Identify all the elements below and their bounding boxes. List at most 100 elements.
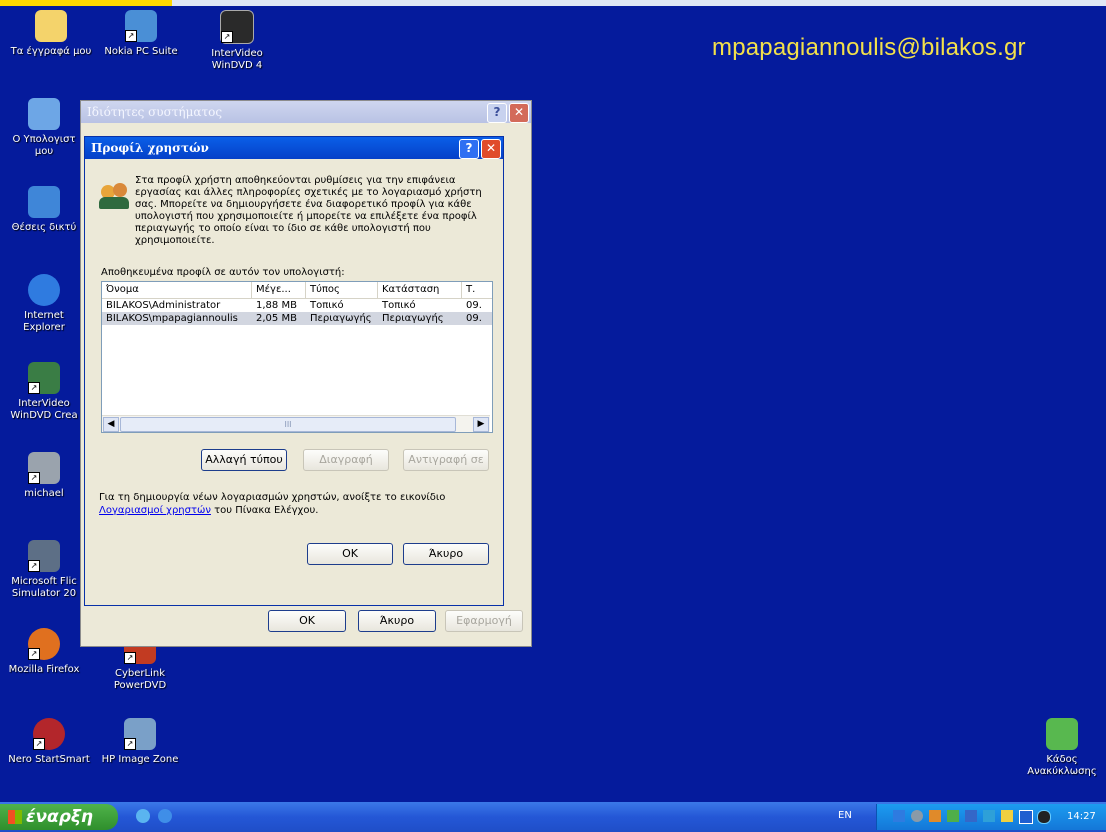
desktop-icon-label: Internet Explorer — [23, 310, 65, 333]
user-profiles-help-button[interactable]: ? — [459, 139, 479, 159]
desktop-icon-my-computer[interactable]: Ο Υπολογιστ μου — [6, 98, 82, 158]
delete-button[interactable]: Διαγραφή — [303, 449, 389, 471]
desktop-icon-firefox[interactable]: ↗ Mozilla Firefox — [6, 628, 82, 676]
system-properties-ok-button[interactable]: OK — [268, 610, 346, 632]
profile-status: Περιαγωγής — [382, 313, 444, 324]
windows-logo-icon — [8, 810, 22, 824]
system-properties-apply-button[interactable]: Εφαρμογή — [445, 610, 523, 632]
help-icon: ? — [493, 105, 501, 119]
desktop-icon-label: InterVideo WinDVD 4 — [211, 48, 263, 71]
desktop-icon-nero[interactable]: ↗ Nero StartSmart — [4, 718, 94, 766]
internet-explorer-icon — [28, 274, 60, 306]
desktop-icon-hp-image-zone[interactable]: ↗ HP Image Zone — [100, 718, 180, 766]
tray-icon-media[interactable] — [1037, 810, 1051, 824]
column-header-t[interactable]: Τ. — [462, 282, 492, 298]
tray-icon-messenger[interactable] — [1001, 810, 1013, 822]
desktop-icon-label: Ο Υπολογιστ μου — [12, 134, 76, 157]
my-documents-icon — [35, 10, 67, 42]
system-properties-cancel-button[interactable]: Άκυρο — [358, 610, 436, 632]
control-panel-text: του Πίνακα Ελέγχου. — [214, 505, 319, 516]
saved-profiles-label: Αποθηκευμένα προφίλ σε αυτόν τον υπολογι… — [101, 267, 345, 278]
column-header-status[interactable]: Κατάσταση — [378, 282, 462, 298]
profiles-description: Στα προφίλ χρήστη αποθηκεύονται ρυθμίσει… — [135, 175, 482, 246]
profile-t: 09. — [466, 313, 482, 324]
profile-name: BILAKOS\Administrator — [106, 300, 221, 311]
start-label: έναρξη — [26, 807, 94, 827]
tray-icon-update[interactable] — [947, 810, 959, 822]
nokia-pc-suite-icon: ↗ — [125, 10, 157, 42]
nero-icon: ↗ — [33, 718, 65, 750]
tray-icon-display[interactable] — [1019, 810, 1033, 824]
scroll-left-button[interactable]: ◀ — [103, 417, 119, 432]
user-profiles-titlebar: Προφίλ χρηστών ? ✕ — [85, 137, 503, 159]
profiles-list[interactable]: Όνομα Μέγε... Τύπος Κατάσταση Τ. BILAKOS… — [101, 281, 493, 433]
windvd-creator-icon: ↗ — [28, 362, 60, 394]
column-header-name[interactable]: Όνομα — [102, 282, 252, 298]
table-row[interactable]: BILAKOS\Administrator 1,88 MB Τοπικό Τοπ… — [102, 299, 492, 312]
language-indicator[interactable]: EN — [838, 810, 852, 821]
tray-icon-antivirus[interactable] — [965, 810, 977, 822]
create-accounts-text: Για τη δημιουργία νέων λογαριασμών χρηστ… — [99, 492, 446, 503]
user-profiles-title: Προφίλ χρηστών — [91, 141, 209, 155]
user-folder-icon: ↗ — [28, 452, 60, 484]
user-profiles-cancel-button[interactable]: Άκυρο — [403, 543, 489, 565]
scroll-grip: III — [284, 420, 292, 429]
desktop-icon-label: Nokia PC Suite — [104, 46, 178, 57]
chevron-right-icon: ▶ — [477, 419, 485, 429]
desktop-icon-windvd[interactable]: ↗ InterVideo WinDVD 4 — [192, 10, 282, 72]
close-icon: ✕ — [485, 141, 497, 155]
profile-status: Τοπικό — [382, 300, 416, 311]
top-strip-highlight — [0, 0, 172, 6]
desktop-icon-label: InterVideo WinDVD Crea — [10, 398, 78, 421]
horizontal-scrollbar[interactable]: ◀ III ▶ — [102, 415, 490, 432]
internet-explorer-quicklaunch-icon[interactable] — [158, 809, 172, 823]
table-row[interactable]: BILAKOS\mpapagiannoulis 2,05 MB Περιαγωγ… — [102, 312, 492, 325]
system-properties-title: Ιδιότητες συστήματος — [87, 105, 223, 119]
profile-t: 09. — [466, 300, 482, 311]
desktop-icon-label: Θέσεις δικτύ — [11, 222, 77, 233]
desktop-icon-label: Mozilla Firefox — [8, 664, 80, 675]
tray-icon-bluetooth[interactable] — [983, 810, 995, 822]
desktop-icon-label: Microsoft Flic Simulator 20 — [11, 576, 77, 599]
user-profiles-dialog: Προφίλ χρηστών ? ✕ Στα προφίλ χρήστη απο… — [84, 136, 504, 606]
system-properties-help-button[interactable]: ? — [487, 103, 507, 123]
show-desktop-icon[interactable] — [136, 809, 150, 823]
system-tray: 14:27 — [876, 804, 1106, 830]
change-type-button[interactable]: Αλλαγή τύπου — [201, 449, 287, 471]
column-header-type[interactable]: Τύπος — [306, 282, 378, 298]
system-properties-close-button[interactable]: ✕ — [509, 103, 529, 123]
my-computer-icon — [28, 98, 60, 130]
clock[interactable]: 14:27 — [1067, 811, 1096, 822]
desktop-icon-michael[interactable]: ↗ michael — [6, 452, 82, 500]
tray-icon-network[interactable] — [893, 810, 905, 822]
desktop-icon-label: Τα έγγραφά μου — [10, 46, 92, 57]
tray-icon-security[interactable] — [929, 810, 941, 822]
taskbar: έναρξη EN 14:27 — [0, 802, 1106, 832]
hp-image-zone-icon: ↗ — [124, 718, 156, 750]
system-properties-titlebar: Ιδιότητες συστήματος ? ✕ — [81, 101, 531, 123]
user-accounts-link[interactable]: Λογαριασμοί χρηστών — [99, 505, 211, 516]
profiles-list-header: Όνομα Μέγε... Τύπος Κατάσταση Τ. — [102, 282, 492, 299]
network-places-icon — [28, 186, 60, 218]
desktop-icon-label: HP Image Zone — [101, 754, 179, 765]
column-header-size[interactable]: Μέγε... — [252, 282, 306, 298]
desktop-icon-nokia-pc-suite[interactable]: ↗ Nokia PC Suite — [96, 10, 186, 58]
user-profiles-ok-button[interactable]: OK — [307, 543, 393, 565]
desktop-icon-internet-explorer[interactable]: Internet Explorer — [6, 274, 82, 334]
user-profiles-close-button[interactable]: ✕ — [481, 139, 501, 159]
desktop-icon-recycle-bin[interactable]: Κάδος Ανακύκλωσης — [1018, 718, 1106, 778]
start-button[interactable]: έναρξη — [0, 804, 118, 830]
desktop-icon-flight-simulator[interactable]: ↗ Microsoft Flic Simulator 20 — [6, 540, 82, 600]
tray-icon-volume[interactable] — [911, 810, 923, 822]
desktop-icon-my-documents[interactable]: Τα έγγραφά μου — [6, 10, 96, 58]
close-icon: ✕ — [513, 105, 525, 119]
scroll-right-button[interactable]: ▶ — [473, 417, 489, 432]
profile-size: 2,05 MB — [256, 313, 297, 324]
desktop-icon-network-places[interactable]: Θέσεις δικτύ — [6, 186, 82, 234]
desktop-icon-windvd-creator[interactable]: ↗ InterVideo WinDVD Crea — [6, 362, 82, 422]
users-icon — [99, 181, 131, 213]
desktop-icon-label: CyberLink PowerDVD — [113, 668, 167, 691]
copy-to-button[interactable]: Αντιγραφή σε — [403, 449, 489, 471]
desktop-icon-label: Nero StartSmart — [8, 754, 90, 765]
scroll-thumb[interactable]: III — [120, 417, 456, 432]
